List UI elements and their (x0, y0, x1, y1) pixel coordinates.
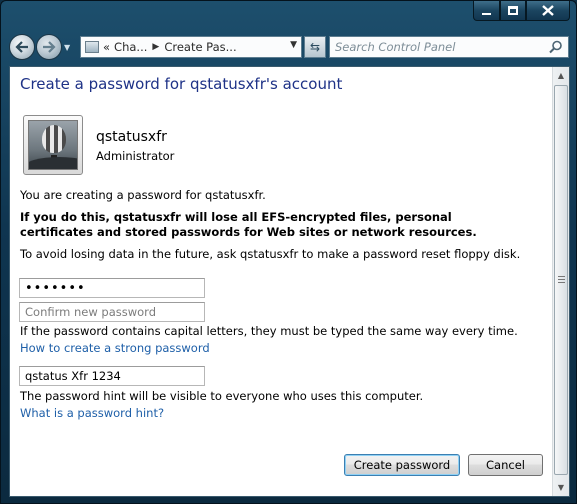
search-placeholder: Search Control Panel (335, 40, 456, 54)
hint-note: The password hint will be visible to eve… (20, 389, 424, 403)
password-hint-field[interactable] (19, 366, 205, 386)
user-picture (23, 115, 83, 175)
maximize-button[interactable] (500, 1, 526, 21)
caption-buttons (473, 1, 570, 21)
forward-arrow-icon (43, 41, 56, 53)
window: ▼ « Cha... ▶ Create Pas... ▼ ⇆ Search Co… (0, 0, 577, 504)
breadcrumb-control-panel[interactable]: Cha... (114, 40, 147, 54)
page-title: Create a password for qstatusxfr's accou… (20, 75, 343, 93)
intro-text: You are creating a password for qstatusx… (20, 188, 266, 202)
create-password-button[interactable]: Create password (344, 454, 460, 476)
forward-button[interactable] (36, 34, 62, 60)
close-icon (542, 5, 554, 16)
refresh-icon: ⇆ (309, 40, 321, 54)
scrollbar-thumb[interactable] (554, 85, 568, 475)
warning-text: If you do this, qstatusxfr will lose all… (20, 210, 477, 239)
back-button[interactable] (9, 34, 35, 60)
maximize-icon (508, 6, 518, 15)
strong-password-link[interactable]: How to create a strong password (20, 341, 210, 356)
close-button[interactable] (526, 1, 570, 21)
navigation-bar: ▼ « Cha... ▶ Create Pas... ▼ ⇆ Search Co… (9, 31, 569, 63)
refresh-button[interactable]: ⇆ (304, 36, 326, 58)
minimize-button[interactable] (473, 1, 500, 21)
advice-text: To avoid losing data in the future, ask … (20, 247, 521, 261)
address-prefix[interactable]: « (103, 40, 110, 54)
vertical-scrollbar[interactable]: ▲ ▼ (552, 67, 569, 496)
search-icon[interactable] (549, 40, 563, 54)
breadcrumb-chevron-icon[interactable]: ▶ (152, 42, 159, 52)
minimize-icon (482, 12, 491, 15)
scroll-down-icon[interactable]: ▼ (553, 479, 569, 496)
content-pane: Create a password for qstatusxfr's accou… (9, 66, 570, 497)
new-password-field[interactable] (19, 278, 205, 298)
password-hint-link[interactable]: What is a password hint? (20, 406, 164, 421)
back-arrow-icon (15, 41, 28, 53)
recent-pages-dropdown[interactable]: ▼ (64, 43, 70, 52)
grip-icon (558, 276, 565, 283)
cancel-button[interactable]: Cancel (468, 454, 543, 476)
control-panel-icon (85, 41, 99, 53)
case-note: If the password contains capital letters… (20, 324, 518, 338)
scroll-up-icon[interactable]: ▲ (553, 67, 569, 84)
address-dropdown-icon[interactable]: ▼ (290, 40, 297, 50)
breadcrumb-create-password[interactable]: Create Pas... (164, 40, 236, 54)
user-name: qstatusxfr (96, 129, 167, 145)
hot-air-balloon-icon (28, 120, 78, 170)
user-role: Administrator (96, 149, 175, 163)
confirm-password-field[interactable] (19, 302, 205, 322)
address-bar[interactable]: « Cha... ▶ Create Pas... ▼ (80, 36, 302, 58)
search-box[interactable]: Search Control Panel (329, 36, 569, 58)
